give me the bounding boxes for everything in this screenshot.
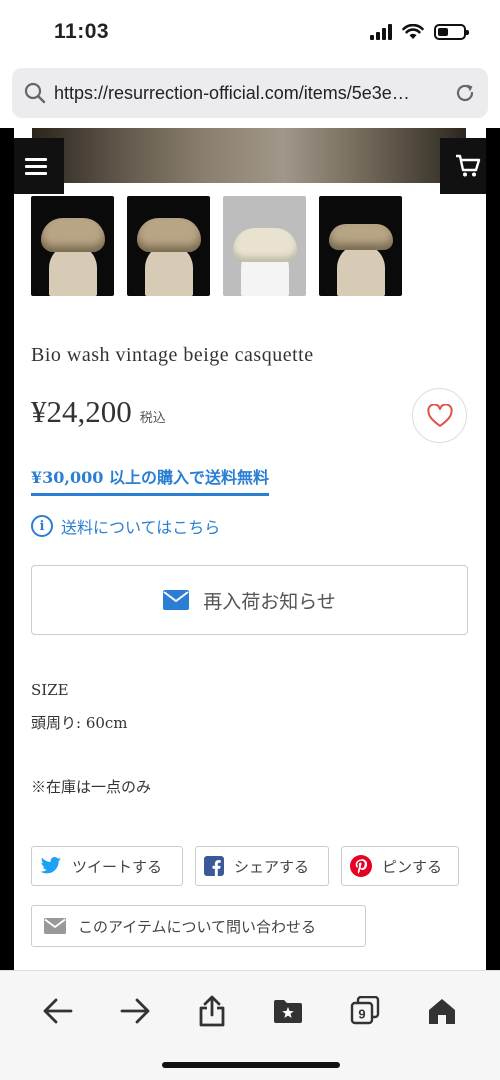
hamburger-menu-button[interactable] bbox=[14, 138, 64, 194]
status-icons bbox=[370, 24, 469, 40]
mail-icon bbox=[163, 590, 190, 610]
twitter-icon bbox=[40, 857, 61, 874]
home-icon bbox=[428, 999, 455, 1024]
size-value: 頭周り: 60cm bbox=[31, 714, 128, 732]
tabs-icon: 9 bbox=[350, 996, 380, 1025]
thumbnail-image[interactable] bbox=[31, 196, 114, 296]
tweet-button[interactable]: ツイートする bbox=[31, 846, 183, 886]
product-price: ¥24,200 bbox=[31, 394, 132, 429]
tweet-label: ツイートする bbox=[72, 857, 163, 876]
share-page-button[interactable] bbox=[190, 991, 234, 1031]
reload-icon[interactable] bbox=[454, 82, 476, 104]
status-bar: 11:03 bbox=[0, 0, 500, 64]
arrow-right-icon bbox=[120, 998, 150, 1024]
cart-icon bbox=[456, 154, 481, 177]
battery-icon bbox=[434, 24, 469, 40]
thumbnail-image[interactable] bbox=[319, 196, 402, 296]
bookmark-folder-icon bbox=[274, 1000, 303, 1023]
thumbnail-image[interactable] bbox=[127, 196, 210, 296]
facebook-share-button[interactable]: シェアする bbox=[195, 846, 329, 886]
heart-icon bbox=[426, 403, 453, 427]
forward-button[interactable] bbox=[113, 991, 157, 1031]
product-title: Bio wash vintage beige casquette bbox=[31, 344, 314, 366]
facebook-share-label: シェアする bbox=[234, 857, 310, 876]
signal-icon bbox=[370, 24, 392, 40]
share-icon bbox=[199, 995, 225, 1027]
back-button[interactable] bbox=[36, 991, 80, 1031]
restock-notify-label: 再入荷お知らせ bbox=[203, 590, 336, 613]
shipping-info-link[interactable]: i 送料についてはこちら bbox=[31, 514, 220, 538]
product-main-image[interactable] bbox=[32, 128, 466, 183]
tab-count: 9 bbox=[358, 1007, 365, 1022]
cart-button[interactable] bbox=[440, 138, 486, 194]
tax-label: 税込 bbox=[139, 411, 166, 426]
contact-inquiry-label: このアイテムについて問い合わせる bbox=[78, 917, 317, 936]
status-time: 11:03 bbox=[54, 20, 110, 43]
page-content: Bio wash vintage beige casquette ¥24,200… bbox=[14, 128, 486, 970]
tabs-button[interactable]: 9 bbox=[343, 991, 387, 1031]
size-heading: SIZE bbox=[31, 681, 69, 699]
free-shipping-notice: ¥30,000 以上の購入で送料無料 bbox=[31, 464, 269, 496]
pinterest-icon bbox=[350, 855, 372, 877]
restock-notify-button[interactable]: 再入荷お知らせ bbox=[31, 565, 468, 635]
favorite-button[interactable] bbox=[412, 388, 467, 443]
thumbnail-image[interactable] bbox=[223, 196, 306, 296]
contact-inquiry-button[interactable]: このアイテムについて問い合わせる bbox=[31, 905, 366, 947]
arrow-left-icon bbox=[43, 998, 73, 1024]
home-button[interactable] bbox=[420, 991, 464, 1031]
mail-icon bbox=[44, 918, 66, 934]
url-text[interactable]: https://resurrection-official.com/items/… bbox=[54, 83, 454, 104]
wifi-icon bbox=[402, 24, 424, 39]
search-icon bbox=[24, 82, 46, 104]
facebook-icon bbox=[204, 856, 224, 876]
stock-note: ※在庫は一点のみ bbox=[31, 778, 152, 796]
price-row: ¥24,200 税込 bbox=[31, 394, 166, 430]
page-frame: Bio wash vintage beige casquette ¥24,200… bbox=[0, 128, 500, 970]
share-buttons: ツイートする シェアする ピンする bbox=[31, 846, 459, 886]
bookmarks-button[interactable] bbox=[266, 991, 310, 1031]
home-indicator[interactable] bbox=[162, 1062, 340, 1068]
shipping-info-label[interactable]: 送料についてはこちら bbox=[61, 514, 220, 538]
pinterest-pin-button[interactable]: ピンする bbox=[341, 846, 459, 886]
pinterest-pin-label: ピンする bbox=[382, 857, 443, 876]
thumbnail-gallery bbox=[31, 196, 402, 296]
info-icon: i bbox=[31, 515, 53, 537]
address-bar[interactable]: https://resurrection-official.com/items/… bbox=[12, 68, 488, 118]
